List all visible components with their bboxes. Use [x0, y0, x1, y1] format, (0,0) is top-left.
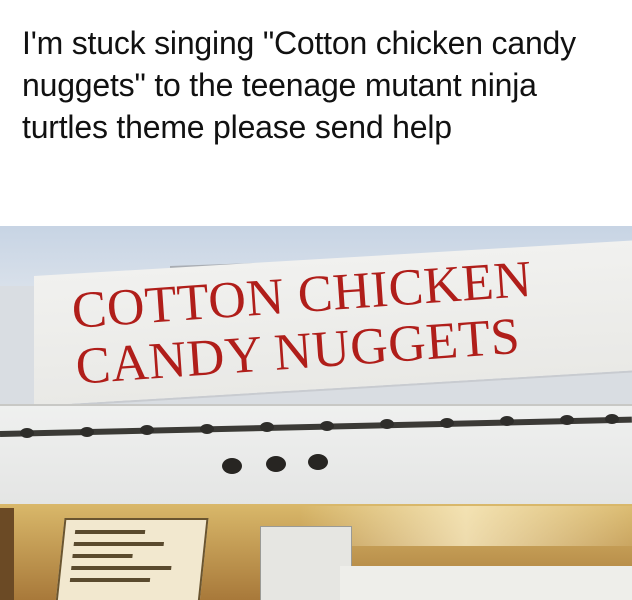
stand-pole — [0, 508, 14, 600]
light-bulb — [320, 421, 334, 431]
caption-text: I'm stuck singing "Cotton chicken candy … — [22, 25, 576, 145]
speaker-hole — [308, 454, 328, 470]
stand-counter — [340, 566, 632, 600]
light-bulb — [260, 422, 274, 432]
light-bulb — [500, 416, 514, 426]
light-bulb — [140, 425, 154, 435]
light-bulb — [200, 424, 214, 434]
light-bulb — [80, 427, 94, 437]
light-bulb — [380, 419, 394, 429]
light-bulb — [20, 428, 34, 438]
cotton-candy-machine — [260, 526, 352, 600]
menu-board — [55, 518, 209, 600]
speaker-hole — [222, 458, 242, 474]
menu-line — [73, 542, 164, 546]
light-bulb — [440, 418, 454, 428]
light-bulb — [605, 414, 619, 424]
menu-line — [72, 554, 133, 558]
food-stand-photo: COTTON CHICKEN CANDY NUGGETS — [0, 226, 632, 600]
menu-line — [69, 578, 151, 582]
meme: I'm stuck singing "Cotton chicken candy … — [0, 0, 632, 600]
menu-line — [74, 530, 146, 534]
light-bulb — [560, 415, 574, 425]
menu-line — [71, 566, 172, 570]
speaker-hole — [266, 456, 286, 472]
